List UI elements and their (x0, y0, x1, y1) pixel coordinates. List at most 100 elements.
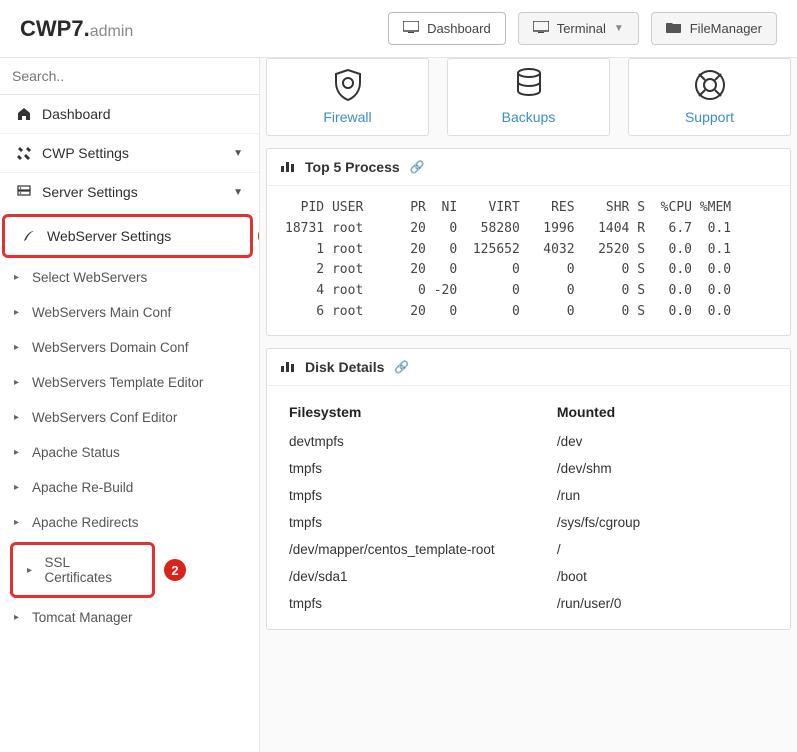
sidebar: Dashboard CWP Settings ▼ Server Settings… (0, 58, 260, 752)
disk-details-title: Disk Details (305, 359, 384, 375)
disk-cell-mounted: /run/user/0 (553, 590, 772, 617)
nav-webserver-settings-label: WebServer Settings (47, 228, 171, 244)
dashboard-button-label: Dashboard (427, 21, 491, 36)
webserver-submenu: ▸Select WebServers▸WebServers Main Conf▸… (0, 260, 259, 635)
link-icon[interactable]: 🔗 (410, 160, 425, 174)
info-cards-row: Firewall Backups Support (266, 58, 791, 136)
nav-sub-label: Apache Re-Build (32, 480, 133, 495)
nav-sub-apache-status[interactable]: ▸ Apache Status (0, 435, 259, 470)
highlight-webserver-settings: WebServer Settings 1 (2, 214, 253, 258)
caret-right-icon: ▸ (14, 342, 24, 353)
caret-right-icon: ▸ (14, 447, 24, 458)
disk-row: /dev/mapper/centos_template-root/ (285, 536, 772, 563)
nav-sub-label: Tomcat Manager (32, 610, 133, 625)
nav-cwp-settings-label: CWP Settings (42, 145, 129, 161)
chevron-down-icon: ▼ (233, 187, 243, 198)
nav-sub-apache-redirects[interactable]: ▸ Apache Redirects (0, 505, 259, 540)
nav-dashboard[interactable]: Dashboard (0, 95, 259, 134)
filemanager-button-label: FileManager (690, 21, 762, 36)
top-header: CWP7.admin Dashboard Terminal ▼ FileMana… (0, 0, 797, 58)
disk-row: tmpfs/run (285, 482, 772, 509)
disk-cell-filesystem: tmpfs (285, 590, 553, 617)
disk-cell-filesystem: /dev/mapper/centos_template-root (285, 536, 553, 563)
nav-sub-label: Apache Redirects (32, 515, 139, 530)
logo: CWP7.admin (20, 16, 133, 42)
disk-details-panel-header: Disk Details 🔗 (267, 349, 790, 386)
disk-row: /dev/sda1/boot (285, 563, 772, 590)
shield-icon (332, 67, 364, 103)
caret-right-icon: ▸ (27, 565, 37, 576)
nav-sub-webservers-template-editor[interactable]: ▸WebServers Template Editor (0, 365, 259, 400)
disk-cell-mounted: / (553, 536, 772, 563)
nav-server-settings-label: Server Settings (42, 184, 138, 200)
disk-cell-mounted: /run (553, 482, 772, 509)
backups-card[interactable]: Backups (447, 58, 610, 136)
support-card-label: Support (685, 109, 734, 125)
top-process-panel-header: Top 5 Process 🔗 (267, 149, 790, 186)
nav-cwp-settings[interactable]: CWP Settings ▼ (0, 134, 259, 173)
feather-icon (21, 229, 37, 243)
disk-row: tmpfs/dev/shm (285, 455, 772, 482)
folder-icon (666, 21, 682, 36)
database-icon (515, 67, 543, 103)
backups-card-label: Backups (502, 109, 556, 125)
disk-cell-filesystem: tmpfs (285, 455, 553, 482)
disk-cell-mounted: /dev (553, 428, 772, 455)
terminal-button[interactable]: Terminal ▼ (518, 12, 639, 45)
server-icon (16, 185, 32, 199)
disk-row: tmpfs/sys/fs/cgroup (285, 509, 772, 536)
home-icon (16, 107, 32, 121)
nav-sub-label: WebServers Domain Conf (32, 340, 189, 355)
nav-server-settings[interactable]: Server Settings ▼ (0, 173, 259, 212)
nav-dashboard-label: Dashboard (42, 106, 111, 122)
bar-chart-icon (281, 359, 295, 375)
nav-sub-label: Apache Status (32, 445, 120, 460)
caret-right-icon: ▸ (14, 307, 24, 318)
logo-brand: CWP7 (20, 16, 84, 41)
disk-col-mounted: Mounted (553, 398, 772, 428)
disk-table: Filesystem Mounted devtmpfs/devtmpfs/dev… (285, 398, 772, 617)
nav-sub-webservers-domain-conf[interactable]: ▸ WebServers Domain Conf (0, 330, 259, 365)
top-process-title: Top 5 Process (305, 159, 400, 175)
nav-sub-select-webservers[interactable]: ▸ Select WebServers (0, 260, 259, 295)
disk-cell-filesystem: devtmpfs (285, 428, 553, 455)
disk-cell-filesystem: tmpfs (285, 482, 553, 509)
search-input[interactable] (0, 58, 259, 95)
disk-details-panel: Disk Details 🔗 Filesystem Mounted devtmp… (266, 348, 791, 630)
disk-cell-filesystem: tmpfs (285, 509, 553, 536)
link-icon[interactable]: 🔗 (394, 360, 409, 374)
main-content: Firewall Backups Support Top 5 Proce (260, 58, 797, 752)
nav-sub-label: SSL Certificates (45, 555, 137, 585)
disk-row: devtmpfs/dev (285, 428, 772, 455)
nav-sub-apache-re-build[interactable]: ▸Apache Re-Build (0, 470, 259, 505)
nav-sub-label: Select WebServers (32, 270, 147, 285)
chevron-down-icon: ▼ (614, 23, 624, 34)
topbar-buttons: Dashboard Terminal ▼ FileManager (388, 12, 777, 45)
caret-right-icon: ▸ (14, 412, 24, 423)
nav-sub-label: WebServers Main Conf (32, 305, 171, 320)
disk-cell-filesystem: /dev/sda1 (285, 563, 553, 590)
monitor-icon (533, 21, 549, 36)
nav-sub-ssl-certificates[interactable]: ▸ SSL Certificates (13, 545, 152, 595)
disk-col-filesystem: Filesystem (285, 398, 553, 428)
nav-webserver-settings[interactable]: WebServer Settings (5, 217, 250, 255)
caret-right-icon: ▸ (14, 517, 24, 528)
nav-sub-webservers-main-conf[interactable]: ▸ WebServers Main Conf (0, 295, 259, 330)
disk-cell-mounted: /sys/fs/cgroup (553, 509, 772, 536)
filemanager-button[interactable]: FileManager (651, 12, 777, 45)
nav-sub-tomcat-manager[interactable]: ▸Tomcat Manager (0, 600, 259, 635)
terminal-button-label: Terminal (557, 21, 606, 36)
chevron-down-icon: ▼ (233, 148, 243, 159)
dashboard-button[interactable]: Dashboard (388, 12, 506, 45)
caret-right-icon: ▸ (14, 377, 24, 388)
top-process-body: PID USER PR NI VIRT RES SHR S %CPU %MEM … (267, 186, 790, 335)
support-card[interactable]: Support (628, 58, 791, 136)
nav-sub-label: WebServers Conf Editor (32, 410, 177, 425)
nav-sub-webservers-conf-editor[interactable]: ▸ WebServers Conf Editor (0, 400, 259, 435)
bar-chart-icon (281, 159, 295, 175)
firewall-card-label: Firewall (323, 109, 371, 125)
disk-cell-mounted: /dev/shm (553, 455, 772, 482)
caret-right-icon: ▸ (14, 272, 24, 283)
firewall-card[interactable]: Firewall (266, 58, 429, 136)
highlight-ssl-certificates: ▸SSL Certificates2 (10, 542, 155, 598)
